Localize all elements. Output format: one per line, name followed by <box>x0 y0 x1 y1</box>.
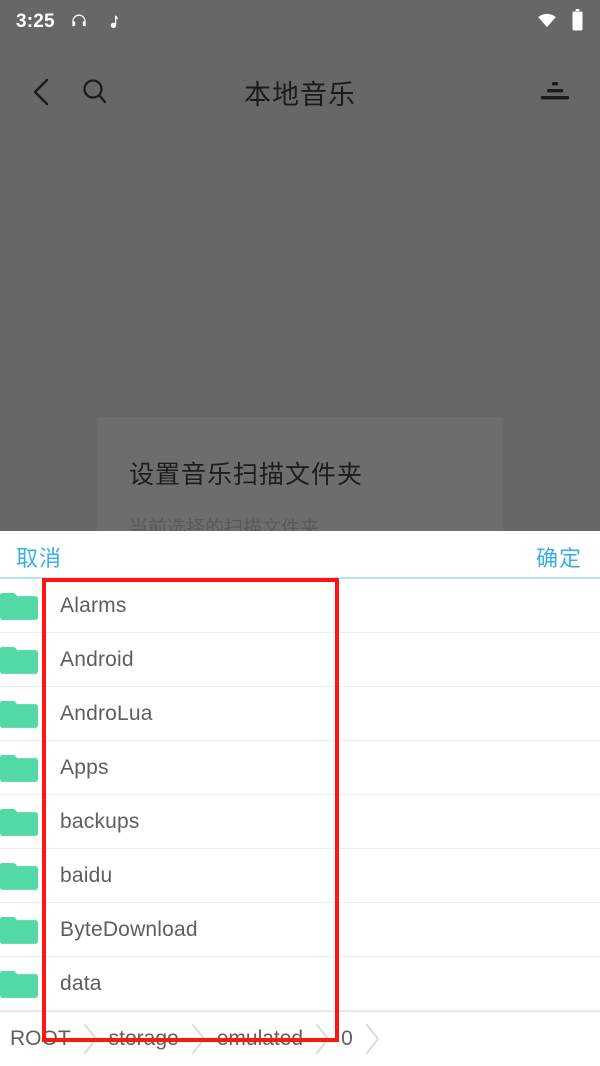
folder-icon <box>0 969 40 999</box>
search-icon[interactable] <box>72 69 118 115</box>
battery-icon <box>571 8 584 36</box>
folder-icon <box>0 861 40 891</box>
folder-icon <box>0 645 40 675</box>
sheet-action-bar: 取消 确定 <box>0 531 600 579</box>
status-bar: 3:25 <box>0 0 600 44</box>
list-item[interactable]: Apps <box>0 741 600 795</box>
background-dialog-title: 设置音乐扫描文件夹 <box>129 461 364 489</box>
app-toolbar: 本地音乐 <box>0 58 600 126</box>
folder-name: AndroLua <box>60 701 153 725</box>
chevron-right-icon <box>353 1018 391 1060</box>
folder-icon <box>0 807 40 837</box>
wifi-icon <box>535 10 559 35</box>
breadcrumb-item[interactable]: emulated <box>217 1027 303 1051</box>
chevron-right-icon <box>303 1018 341 1060</box>
folder-name: Apps <box>60 755 109 779</box>
list-item[interactable]: Alarms <box>0 579 600 633</box>
folder-icon <box>0 591 40 621</box>
status-bar-clock: 3:25 <box>16 11 55 32</box>
background-dialog-card: 设置音乐扫描文件夹 当前选择的扫描文件夹 <box>97 417 503 539</box>
folder-name: baidu <box>60 863 113 887</box>
headphones-icon <box>69 12 89 32</box>
music-note-icon <box>103 12 121 32</box>
breadcrumb: ROOT storage emulated 0 <box>0 1011 600 1066</box>
list-item[interactable]: Android <box>0 633 600 687</box>
folder-name: backups <box>60 809 140 833</box>
folder-picker-sheet: 取消 确定 Alarms Android AndroLua Apps backups ba… <box>0 531 600 1066</box>
status-bar-right-icons <box>535 8 584 36</box>
back-chevron-icon[interactable] <box>22 69 62 115</box>
cancel-button[interactable]: 取消 <box>16 541 62 573</box>
list-item[interactable]: ByteDownload <box>0 903 600 957</box>
folder-icon <box>0 753 40 783</box>
folder-name: Alarms <box>60 593 127 617</box>
folder-icon <box>0 915 40 945</box>
folder-name: data <box>60 971 102 995</box>
list-item[interactable]: baidu <box>0 849 600 903</box>
confirm-button[interactable]: 确定 <box>536 541 582 573</box>
folder-list[interactable]: Alarms Android AndroLua Apps backups baidu Byt… <box>0 579 600 1011</box>
phone-screen: 3:25 本地音乐 设置音乐扫描文件夹 当前选择的扫描文件夹 取消 确定 Ala… <box>0 0 600 1066</box>
chevron-right-icon <box>71 1018 109 1060</box>
sort-icon[interactable] <box>532 69 578 115</box>
list-item[interactable]: backups <box>0 795 600 849</box>
breadcrumb-item[interactable]: 0 <box>341 1027 353 1051</box>
folder-icon <box>0 699 40 729</box>
chevron-right-icon <box>179 1018 217 1060</box>
breadcrumb-item[interactable]: ROOT <box>10 1027 71 1051</box>
folder-name: ByteDownload <box>60 917 198 941</box>
list-item[interactable]: AndroLua <box>0 687 600 741</box>
list-item[interactable]: data <box>0 957 600 1011</box>
dimmed-app-backdrop: 3:25 本地音乐 设置音乐扫描文件夹 当前选择的扫描文件夹 <box>0 0 600 539</box>
breadcrumb-item[interactable]: storage <box>109 1027 179 1051</box>
folder-name: Android <box>60 647 134 671</box>
